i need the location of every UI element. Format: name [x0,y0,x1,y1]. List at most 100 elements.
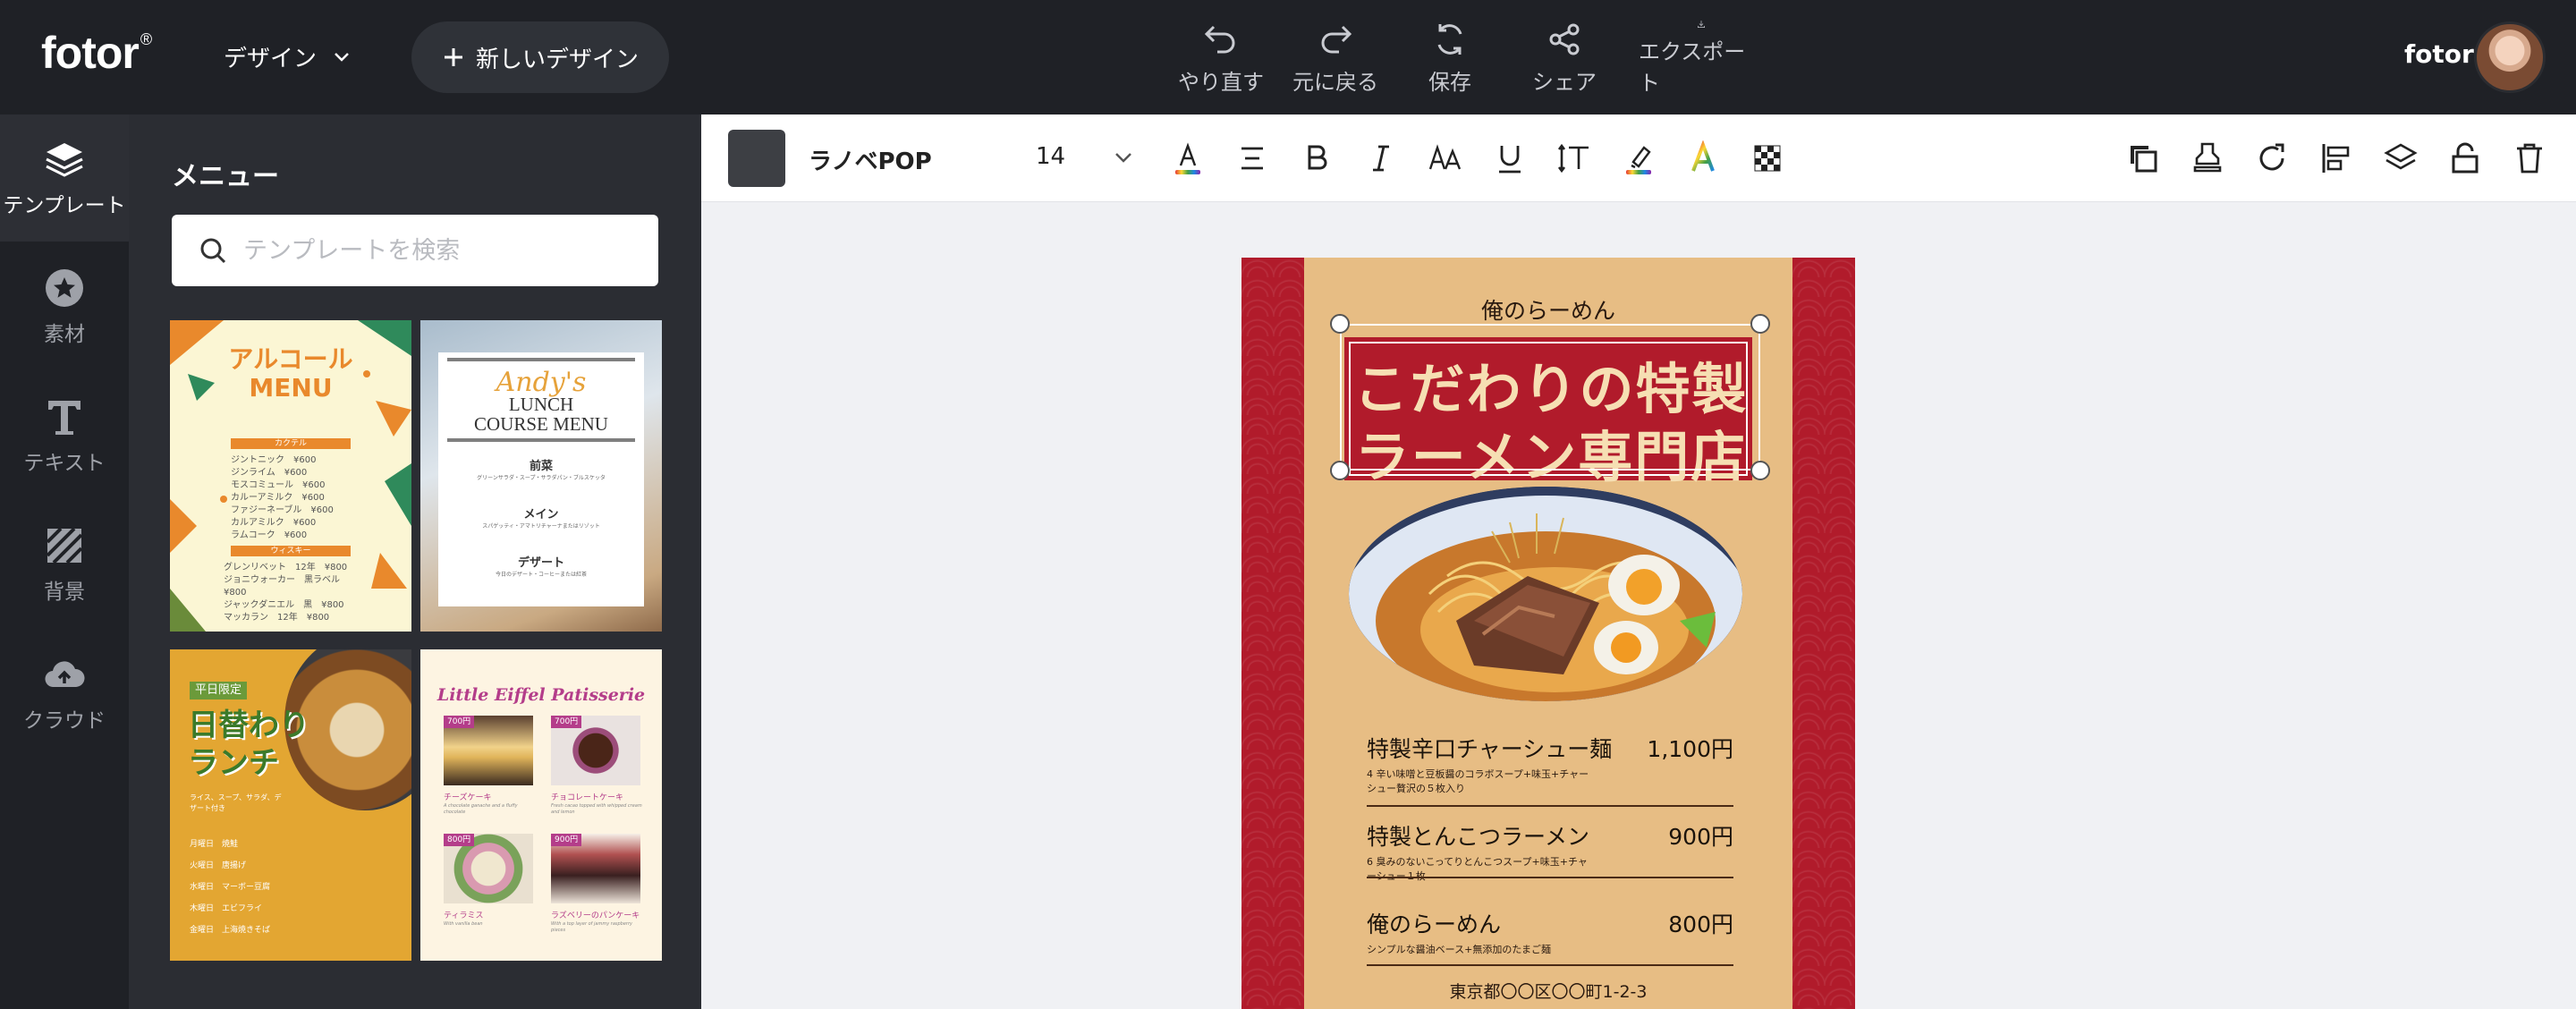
italic-button[interactable] [1360,137,1402,180]
align-left-icon [2322,144,2350,173]
transparency-icon [1754,145,1781,172]
t4-name-1: チーズケーキ [444,793,492,802]
background-icon [46,527,83,564]
t3-sub: ライス、スープ、サラダ、デザート付き [190,793,282,812]
redo-icon [1321,25,1352,54]
t2-rule-bottom [447,438,635,442]
menu-item-desc: 6 臭みのないこってりとんこつスープ+味玉+チャーシュー１枚 [1367,856,1588,882]
t1-section2: ウィスキー [231,546,351,556]
search-input[interactable] [243,236,637,265]
font-family-select[interactable]: ラノベPOP [809,143,932,176]
poster-address[interactable]: 東京都〇〇区〇〇町1-2-3 [1241,979,1855,1003]
t4-title: Little Eiffel Patisserie [436,685,646,705]
design-menu-button[interactable]: デザイン [224,38,352,75]
stamp-button[interactable] [2186,137,2229,180]
menu-divider [1367,877,1733,878]
lock-icon [2452,142,2479,174]
undo-icon [1204,25,1235,54]
text-color-button[interactable] [1166,137,1209,180]
layer-order-button[interactable] [2379,137,2422,180]
fotor-logo[interactable]: fotor ® [41,27,152,79]
t3-days: 月曜日 焼鮭 火曜日 唐揚げ 水曜日 マーボー豆腐 木曜日 エビフライ 金曜日 … [190,840,271,935]
menu-item-name: 特製辛口チャーシュー麺 [1367,736,1613,762]
case-icon [1428,144,1462,170]
rail-item-background[interactable]: 背景 [0,501,129,628]
share-button[interactable]: シェア [1506,20,1623,97]
highlight-button[interactable] [1617,137,1660,180]
font-size-select[interactable]: 14 [1036,143,1065,170]
resize-handle-top-right[interactable] [1750,314,1770,334]
menu-item-name: 俺のらーめん [1367,911,1502,937]
template-thumb-lunch-course[interactable]: Andy's LUNCH COURSE MENU 前菜 グリーンサラダ・スープ・… [420,320,662,632]
template-thumb-alcohol-menu[interactable]: アルコール MENU カクテル ジントニック ¥600 ジンライム ¥600 モ… [170,320,411,632]
template-panel: メニュー アルコール MENU カクテル ジントニック ¥600 ジンライム ¥… [129,114,701,1009]
left-rail: テンプレート 素材 テキスト 背景 クラウド [0,114,129,1009]
rail-item-template[interactable]: テンプレート [0,114,129,242]
rail-item-elements[interactable]: 素材 [0,243,129,370]
text-icon [48,401,80,435]
menu-item-name: 特製とんこつラーメン [1367,824,1590,850]
poster-canvas[interactable]: 俺のらーめん こだわりの特製 ラーメン専門店 特製辛口チャーシュー麺 1,100… [1241,258,1855,1009]
t2-s3: デザート [517,556,564,570]
ramen-illustration [1349,487,1742,701]
fill-color-swatch[interactable] [728,130,785,187]
gradient-text-button[interactable] [1682,137,1724,180]
redo-button[interactable]: 元に戻る [1277,20,1394,97]
position-align-button[interactable] [2315,137,2358,180]
transparency-button[interactable] [1746,137,1789,180]
delete-button[interactable] [2508,137,2551,180]
t4-desc-3: With vanilla bean [444,921,483,927]
spacing-button[interactable] [1553,137,1596,180]
star-icon [46,269,83,307]
t2-card: Andy's LUNCH COURSE MENU 前菜 グリーンサラダ・スープ・… [438,352,644,606]
t4-desc-2: Fresh cacao topped with whipped cream an… [551,803,642,815]
template-thumb-patisserie[interactable]: Little Eiffel Patisserie 700円 700円 800円 … [420,649,662,961]
text-color-icon [1175,142,1200,174]
t4-name-2: チョコレートケーキ [551,793,624,802]
chevron-down-icon[interactable] [1111,145,1136,170]
bold-button[interactable] [1295,137,1338,180]
export-button[interactable]: エクスポート [1639,20,1764,97]
menu-item-price: 900円 [1668,824,1733,850]
spacing-icon [1557,143,1589,174]
stamp-icon [2193,142,2222,173]
search-icon [200,238,226,264]
menu-divider [1367,805,1733,807]
share-icon [1549,23,1580,55]
poster-right-band [1792,258,1855,1009]
undo-button[interactable]: やり直す [1163,20,1279,97]
t2-s1: 前菜 [529,460,553,473]
resize-handle-bottom-right[interactable] [1750,461,1770,480]
case-button[interactable] [1424,137,1467,180]
bold-icon [1308,145,1327,170]
t4-name-3: ティラミス [444,911,484,920]
template-thumb-daily-lunch[interactable]: 平日限定 日替わり ランチ ライス、スープ、サラダ、デザート付き 月曜日 焼鮭 … [170,649,411,961]
t2-s1-text: グリーンサラダ・スープ・サラダパン・ブルスケッタ [477,475,606,481]
avatar[interactable] [2474,21,2546,93]
t4-desc-1: A chocolate ganache and a fluffy chocola… [444,803,518,815]
resize-handle-top-left[interactable] [1330,314,1350,334]
rotate-button[interactable] [2250,137,2293,180]
export-icon [1698,21,1705,28]
resize-handle-bottom-left[interactable] [1330,461,1350,480]
align-button[interactable] [1231,137,1274,180]
layers-icon [46,143,83,177]
duplicate-button[interactable] [2122,137,2165,180]
new-design-label: 新しいデザイン [475,46,639,73]
rail-item-cloud[interactable]: クラウド [0,630,129,757]
menu-item-desc: 4 辛い味噌と豆板醤のコラボスープ+味玉+チャーシュー贅沢の５枚入り [1367,768,1589,794]
new-design-button[interactable]: 新しいデザイン [411,21,669,93]
poster-left-band [1241,258,1304,1009]
lock-button[interactable] [2444,137,2487,180]
template-search[interactable] [172,215,658,286]
selection-frame [1340,324,1760,471]
poster-ramen-photo[interactable] [1349,487,1742,701]
user-name[interactable]: fotor [2404,39,2474,69]
save-button[interactable]: 保存 [1392,20,1508,97]
rail-item-text[interactable]: テキスト [0,372,129,499]
top-bar: fotor ® デザイン 新しいデザイン やり直す 元に戻る 保存 シェア エクス… [0,0,2576,114]
underline-button[interactable] [1488,137,1531,180]
save-icon [1437,24,1462,55]
t2-title2: COURSE MENU [474,413,608,435]
plus-icon [444,48,462,66]
